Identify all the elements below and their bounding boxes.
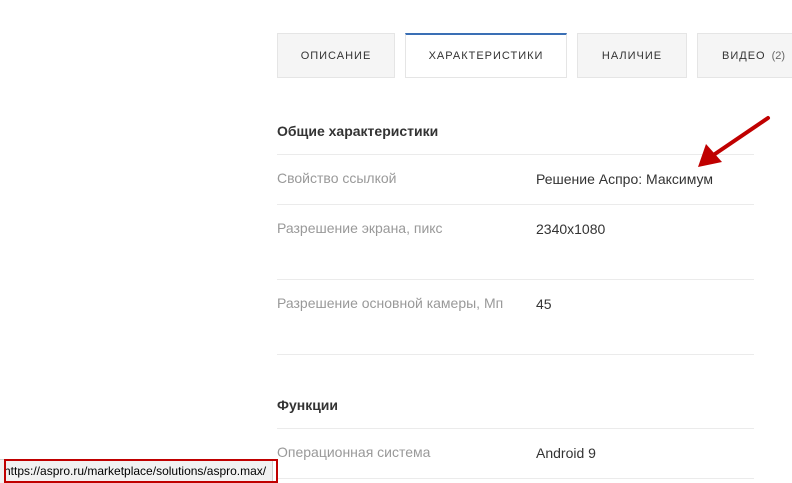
tab-specifications[interactable]: Характеристики [405, 33, 567, 78]
tab-specifications-label: Характеристики [428, 50, 544, 62]
spec-group-title: Общие характеристики [277, 106, 754, 155]
spec-name: Разрешение основной камеры, Мп [277, 295, 504, 311]
spec-row: Разрешение экрана, пикс 2340x1080 [277, 205, 754, 280]
spec-row: Разрешение основной камеры, Мп 45 [277, 280, 754, 355]
tab-video[interactable]: Видео (2) [697, 33, 792, 78]
spec-name: Свойство ссылкой [277, 170, 397, 186]
spec-value: Решение Аспро: Максимум [536, 171, 713, 187]
spec-value: Android 9 [536, 445, 596, 461]
spec-value: 45 [536, 296, 552, 312]
tab-description-label: Описание [300, 49, 372, 62]
tab-availability[interactable]: Наличие [577, 33, 687, 78]
spec-name: Операционная система [277, 444, 431, 460]
spec-row: Операционная система Android 9 [277, 429, 754, 479]
spec-group-title: Функции [277, 380, 754, 429]
spec-row: Свойство ссылкой Решение Аспро: Максимум [277, 155, 754, 205]
tab-description[interactable]: Описание [277, 33, 395, 78]
product-tabs: Описание Характеристики Наличие Видео (2… [277, 33, 792, 78]
spec-name: Разрешение экрана, пикс [277, 220, 443, 236]
tab-video-count: (2) [771, 49, 786, 62]
annotation-highlight-box [4, 459, 278, 483]
tab-video-label: Видео [722, 49, 766, 62]
specifications-panel: Общие характеристики Свойство ссылкой Ре… [277, 106, 754, 479]
annotation-arrow-icon [698, 116, 770, 167]
tab-availability-label: Наличие [601, 49, 663, 62]
spec-value: 2340x1080 [536, 221, 606, 237]
